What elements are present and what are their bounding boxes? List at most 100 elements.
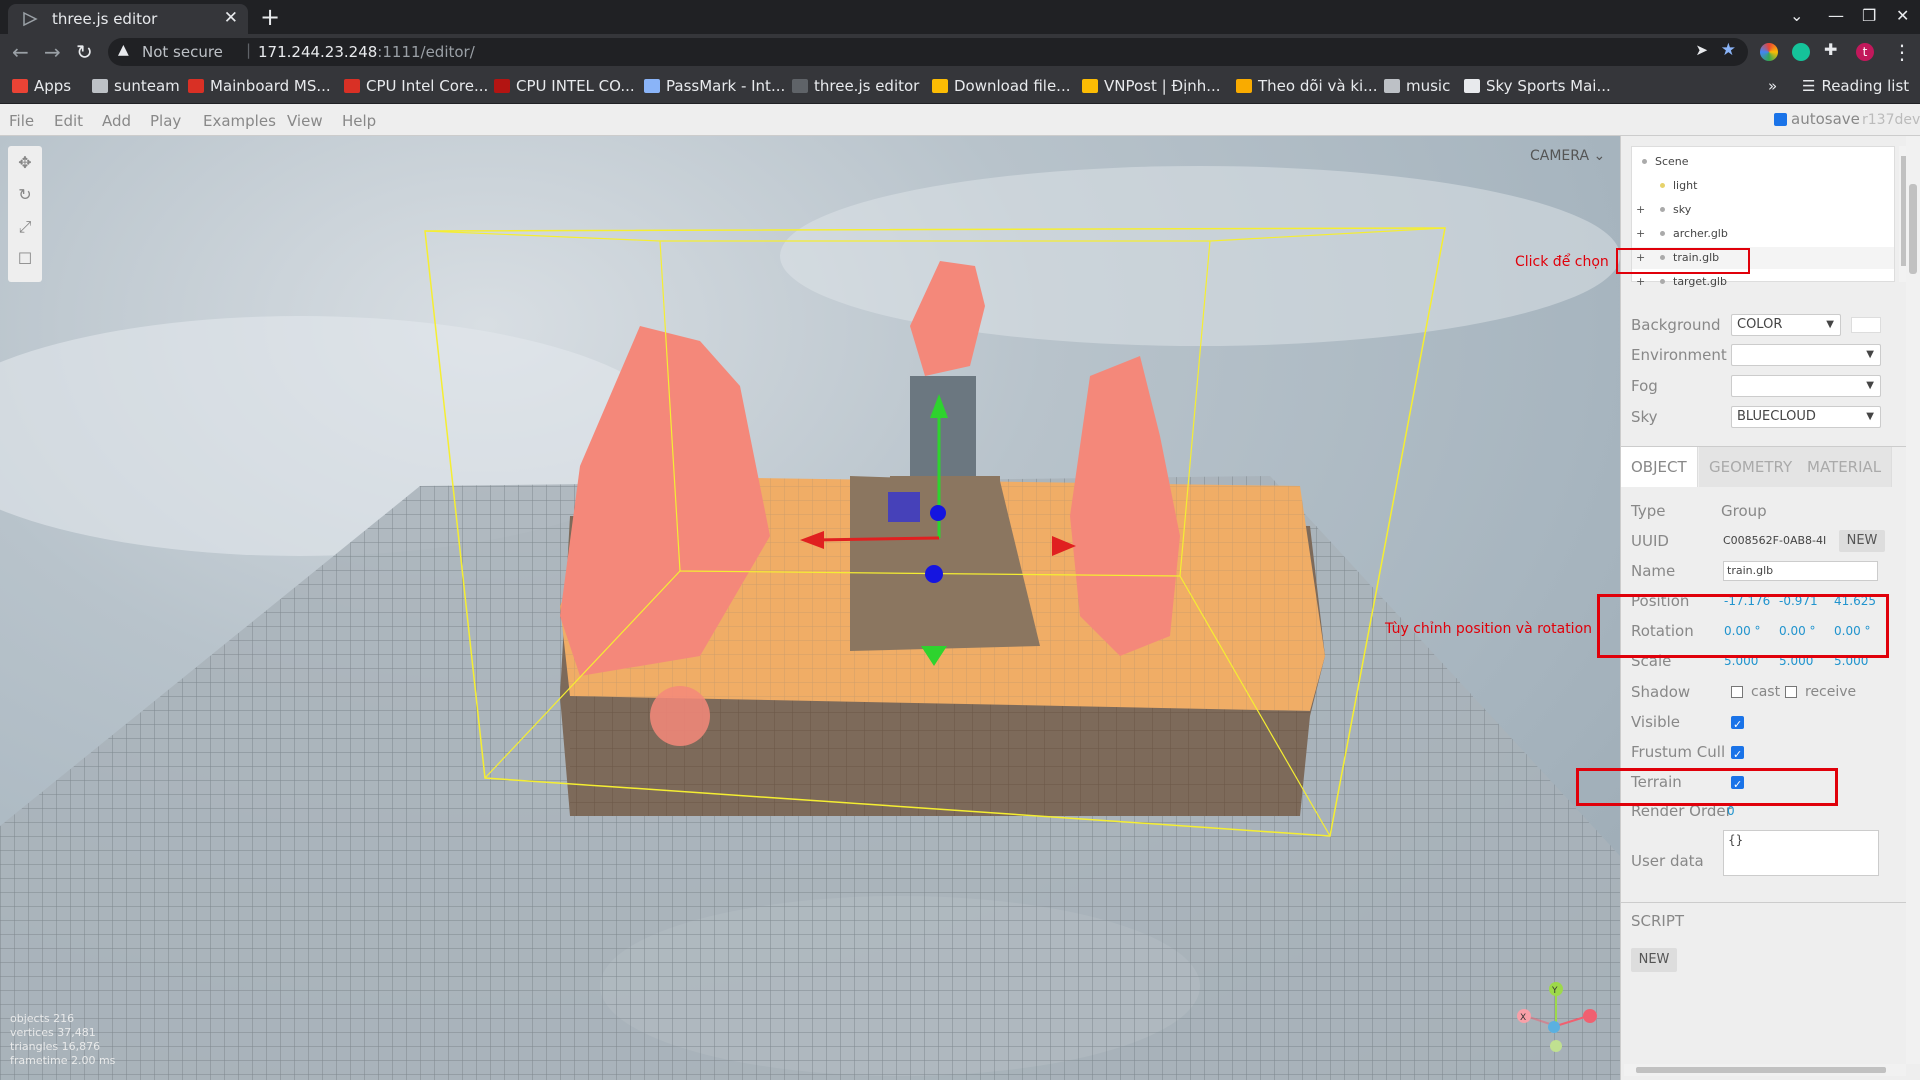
script-title: SCRIPT <box>1631 912 1685 930</box>
new-tab-button[interactable]: + <box>260 3 280 31</box>
bookmark-star-icon[interactable]: ★ <box>1721 40 1736 60</box>
reading-list[interactable]: ☰ Reading list <box>1802 77 1909 95</box>
sky-select[interactable]: BLUECLOUD ▼ <box>1731 406 1881 428</box>
viewport[interactable]: Y X ✥ ↻ ⤢ ☐ CAMERA ⌄ objects 216 vertice… <box>0 136 1620 1080</box>
forward-icon[interactable]: → <box>44 40 61 64</box>
bookmark-icon <box>644 79 660 93</box>
warning-icon: ▲ <box>118 42 129 58</box>
autosave-toggle[interactable]: autosave <box>1774 110 1860 128</box>
menu-file[interactable]: File <box>9 112 34 130</box>
tab-geometry[interactable]: GEOMETRY <box>1699 447 1804 487</box>
not-secure-label: Not secure <box>142 43 223 61</box>
extensions-puzzle-icon[interactable]: ✚ <box>1824 40 1842 59</box>
uuid-row: UUID C008562F-0AB8-4I NEW <box>1631 526 1901 556</box>
chevron-down-icon: ⌄ <box>1593 148 1606 164</box>
back-icon[interactable]: ← <box>12 40 29 64</box>
window-close-icon[interactable]: ✕ <box>1896 6 1909 25</box>
type-row: Type Group <box>1631 496 1901 526</box>
background-select[interactable]: COLOR ▼ <box>1731 314 1841 336</box>
sidebar-vertical-scrollbar[interactable] <box>1906 136 1920 1064</box>
visible-checkbox[interactable] <box>1731 710 1744 740</box>
bookmarks-overflow-icon[interactable]: » <box>1768 77 1777 95</box>
bookmark-icon <box>1384 79 1400 93</box>
local-space-checkbox[interactable]: ☐ <box>16 250 34 268</box>
svg-text:X: X <box>1520 1013 1526 1023</box>
environment-select[interactable]: ▼ <box>1731 344 1881 366</box>
bookmark-item[interactable]: sunteam <box>92 77 180 95</box>
bookmark-item[interactable]: CPU Intel Core... <box>344 77 488 95</box>
restore-icon[interactable]: ❐ <box>1862 6 1876 25</box>
menu-examples[interactable]: Examples <box>203 112 276 130</box>
expand-icon[interactable]: + <box>1636 223 1645 245</box>
background-row: Background COLOR ▼ <box>1631 310 1901 340</box>
userdata-textarea[interactable]: {} <box>1723 830 1879 876</box>
menu-view[interactable]: View <box>287 112 323 130</box>
fog-select[interactable]: ▼ <box>1731 375 1881 397</box>
expand-icon[interactable]: + <box>1636 199 1645 221</box>
outliner-item[interactable]: Scene <box>1642 151 1896 173</box>
shadow-row: Shadow cast receive <box>1631 677 1901 707</box>
tab-search-icon[interactable]: ⌄ <box>1790 6 1803 25</box>
outliner-item[interactable]: + archer.glb <box>1636 223 1896 245</box>
script-new-button[interactable]: NEW <box>1631 948 1677 972</box>
minimize-icon[interactable]: — <box>1828 6 1844 25</box>
send-icon[interactable]: ➤ <box>1695 41 1708 59</box>
outliner-item[interactable]: + target.glb <box>1636 271 1896 293</box>
bookmark-icon <box>188 79 204 93</box>
autosave-checkbox[interactable] <box>1774 113 1787 126</box>
uuid-value: C008562F-0AB8-4I <box>1723 534 1827 547</box>
bookmark-item[interactable]: Mainboard MS... <box>188 77 331 95</box>
camera-select[interactable]: CAMERA ⌄ <box>1530 148 1605 164</box>
bookmark-item[interactable]: Download file... <box>932 77 1070 95</box>
rotate-tool-icon[interactable]: ↻ <box>16 186 34 204</box>
browser-titlebar: three.js editor ✕ + ⌄ — ❐ ✕ <box>0 0 1920 34</box>
reading-list-icon: ☰ <box>1802 77 1816 95</box>
bookmark-item[interactable]: three.js editor <box>792 77 919 95</box>
menu-play[interactable]: Play <box>150 112 181 130</box>
address-bar[interactable]: ▲ Not secure | 171.244.23.248:1111/edito… <box>108 38 1748 66</box>
browser-toolbar: ← → ↻ ▲ Not secure | 171.244.23.248:1111… <box>0 34 1920 70</box>
menu-add[interactable]: Add <box>102 112 131 130</box>
cast-shadow-checkbox[interactable] <box>1731 686 1743 698</box>
chrome-menu-icon[interactable]: ⋮ <box>1892 40 1912 64</box>
tab-material[interactable]: MATERIAL <box>1797 447 1893 487</box>
bookmark-item[interactable]: CPU INTEL CO... <box>494 77 635 95</box>
render-info: objects 216 vertices 37,481 triangles 16… <box>10 1012 116 1067</box>
translate-tool-icon[interactable]: ✥ <box>16 154 34 172</box>
environment-row: Environment ▼ <box>1631 340 1901 370</box>
background-color-swatch[interactable] <box>1851 317 1881 333</box>
object-dot-icon <box>1660 279 1665 284</box>
extension-color-icon[interactable] <box>1760 43 1778 61</box>
profile-avatar[interactable]: t <box>1856 43 1874 61</box>
grammarly-icon[interactable] <box>1792 43 1810 61</box>
name-row: Name train.glb <box>1631 556 1901 586</box>
sky-row: Sky BLUECLOUD ▼ <box>1631 402 1901 432</box>
name-input[interactable]: train.glb <box>1723 561 1878 581</box>
userdata-row: User data {} <box>1631 830 1901 888</box>
bookmark-item[interactable]: Theo dõi và ki... <box>1236 77 1377 95</box>
expand-icon[interactable]: + <box>1636 271 1645 293</box>
bookmark-item[interactable]: Apps <box>12 77 71 95</box>
browser-tab[interactable]: three.js editor ✕ <box>8 4 248 34</box>
menu-edit[interactable]: Edit <box>54 112 83 130</box>
reload-icon[interactable]: ↻ <box>76 40 93 64</box>
bookmark-item[interactable]: VNPost | Định... <box>1082 77 1221 95</box>
tab-close-icon[interactable]: ✕ <box>224 8 238 28</box>
bookmark-item[interactable]: PassMark - Int... <box>644 77 785 95</box>
bookmark-icon <box>1236 79 1252 93</box>
bookmark-item[interactable]: Sky Sports Mai... <box>1464 77 1611 95</box>
outliner-item[interactable]: light <box>1660 175 1896 197</box>
menu-help[interactable]: Help <box>342 112 376 130</box>
scale-tool-icon[interactable]: ⤢ <box>16 218 34 236</box>
frustum-cull-checkbox[interactable] <box>1731 740 1744 770</box>
outliner-item[interactable]: + sky <box>1636 199 1896 221</box>
uuid-new-button[interactable]: NEW <box>1839 530 1885 552</box>
bookmark-item[interactable]: music <box>1384 77 1450 95</box>
train-model <box>910 376 976 486</box>
sidebar-horizontal-scrollbar[interactable] <box>1624 1064 1906 1076</box>
receive-shadow-checkbox[interactable] <box>1785 686 1797 698</box>
bookmark-icon <box>12 79 28 93</box>
tab-object[interactable]: OBJECT <box>1621 447 1698 487</box>
transform-toolbox: ✥ ↻ ⤢ ☐ <box>8 146 42 282</box>
type-value: Group <box>1721 502 1767 520</box>
